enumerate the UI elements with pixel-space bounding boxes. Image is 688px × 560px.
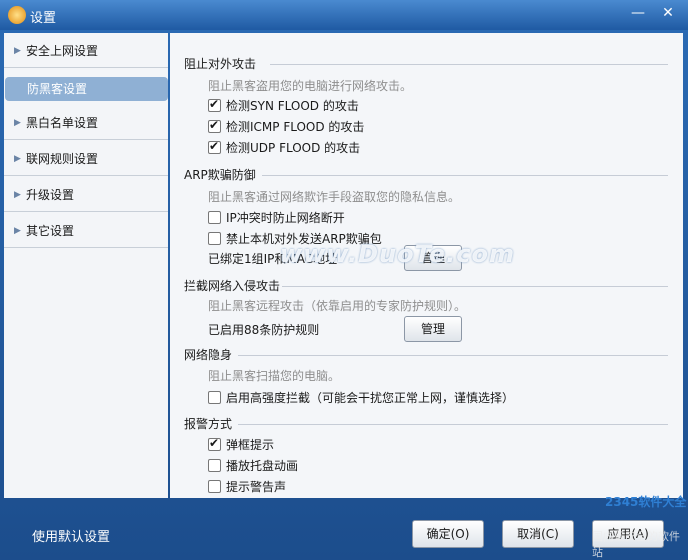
checkbox-icon[interactable] (208, 211, 221, 224)
title-bar[interactable]: 设置 — ✕ (0, 0, 688, 30)
rules-manage-button[interactable]: 管理 (404, 316, 462, 342)
settings-window: 设置 — ✕ ▶ 安全上网设置 防黑客设置 ▶ 黑白名单设置 ▶ 联网规则设置 … (0, 0, 688, 560)
chevron-right-icon: ▶ (14, 226, 21, 236)
chevron-right-icon: ▶ (14, 190, 21, 200)
section-title-stealth: 网络隐身 (184, 348, 233, 362)
sidebar: ▶ 安全上网设置 防黑客设置 ▶ 黑白名单设置 ▶ 联网规则设置 ▶ 升级设置 … (4, 33, 168, 498)
close-button[interactable]: ✕ (654, 2, 682, 24)
section-hint: 阻止黑客通过网络欺诈手段盗取您的隐私信息。 (208, 190, 461, 204)
gear-icon (8, 6, 26, 24)
checkbox-icon[interactable] (208, 480, 221, 493)
divider (238, 355, 668, 356)
divider (282, 286, 668, 287)
section-title-alarm: 报警方式 (184, 417, 233, 431)
sidebar-item-label: 黑白名单设置 (26, 116, 99, 130)
chevron-right-icon: ▶ (14, 118, 21, 128)
window-title: 设置 (30, 11, 57, 26)
checkbox-icon[interactable] (208, 118, 221, 133)
sidebar-item-label: 安全上网设置 (26, 44, 99, 58)
chevron-right-icon: ▶ (14, 46, 21, 56)
minimize-button[interactable]: — (624, 2, 652, 24)
checkbox-icon[interactable] (208, 139, 221, 154)
sidebar-item-upgrade[interactable]: ▶ 升级设置 (4, 179, 168, 212)
sidebar-item-safe-browsing[interactable]: ▶ 安全上网设置 (4, 35, 168, 68)
checkbox-icon[interactable] (208, 97, 221, 112)
cancel-button[interactable]: 取消(C) (502, 520, 574, 548)
rules-enabled-text: 已启用88条防护规则 (208, 323, 320, 337)
divider (262, 175, 668, 176)
watermark-site: 国内最安全的软件站 (592, 530, 680, 559)
checkbox-icon[interactable] (208, 436, 221, 451)
checkbox-icon[interactable] (208, 232, 221, 245)
sidebar-item-label: 防黑客设置 (27, 82, 88, 96)
ok-button[interactable]: 确定(O) (412, 520, 484, 548)
section-title-arp: ARP欺骗防御 (184, 168, 256, 182)
sidebar-item-anti-hacker[interactable]: 防黑客设置 (5, 77, 168, 101)
sidebar-item-label: 联网规则设置 (26, 152, 99, 166)
sidebar-item-network-rules[interactable]: ▶ 联网规则设置 (4, 143, 168, 176)
divider (270, 64, 668, 65)
section-hint: 阻止黑客远程攻击（依靠启用的专家防护规则）。 (208, 299, 467, 313)
sidebar-item-other[interactable]: ▶ 其它设置 (4, 215, 168, 248)
watermark-2345: 2345软件大全 (605, 495, 687, 509)
watermark-duote: www.DuoTe.com (280, 240, 515, 268)
checkbox-icon[interactable] (208, 459, 221, 472)
checkbox-icon[interactable] (208, 391, 221, 404)
chevron-right-icon: ▶ (14, 154, 21, 164)
section-title-attack: 阻止对外攻击 (184, 57, 257, 71)
use-default-settings-link[interactable]: 使用默认设置 (32, 526, 110, 545)
divider (238, 424, 668, 425)
section-hint: 阻止黑客盗用您的电脑进行网络攻击。 (208, 79, 413, 93)
sidebar-item-label: 其它设置 (26, 224, 75, 238)
sidebar-item-label: 升级设置 (26, 188, 75, 202)
sidebar-item-blackwhite-list[interactable]: ▶ 黑白名单设置 (4, 107, 168, 140)
section-hint: 阻止黑客扫描您的电脑。 (208, 369, 341, 383)
section-title-intrusion: 拦截网络入侵攻击 (184, 279, 281, 293)
